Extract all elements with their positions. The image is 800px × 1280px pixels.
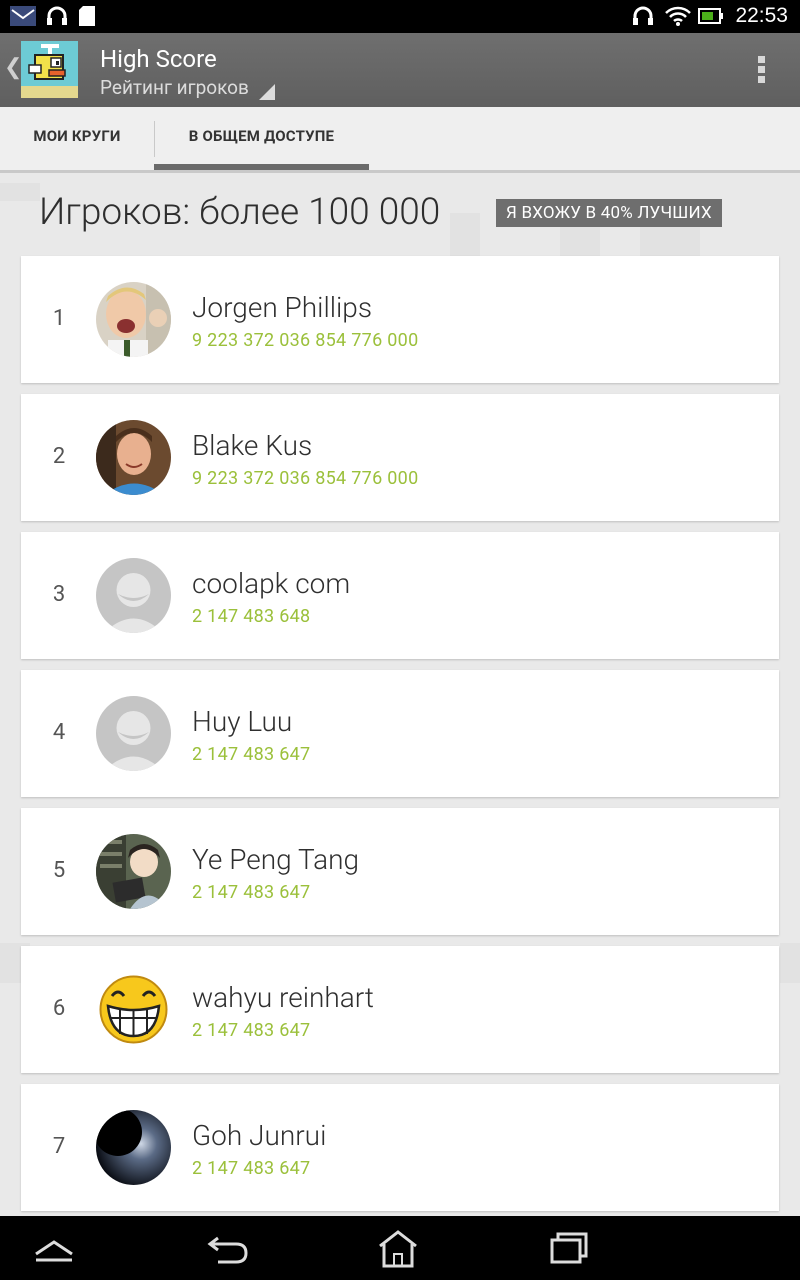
player-name: Huy Luu — [192, 705, 293, 738]
default-avatar-icon[interactable] — [96, 558, 171, 633]
player-name: coolapk com — [192, 567, 351, 600]
back-chevron-icon[interactable]: ❮ — [4, 55, 22, 80]
player-score: 2 147 483 647 — [192, 882, 311, 903]
recent-apps-icon[interactable] — [528, 1226, 608, 1270]
wifi-icon — [665, 6, 691, 26]
rank-number: 3 — [52, 582, 66, 607]
players-count: Игроков: более 100 000 — [39, 191, 441, 234]
leaderboard-row[interactable]: 7 Goh Junrui 2 147 483 647 — [21, 1084, 779, 1211]
rank-number: 5 — [52, 858, 66, 883]
leaderboard-row[interactable]: 3 coolapk com 2 147 483 648 — [21, 532, 779, 659]
dropdown-triangle-icon[interactable] — [259, 84, 275, 100]
default-avatar-icon[interactable] — [96, 696, 171, 771]
overflow-menu-icon[interactable] — [758, 56, 766, 86]
eclipse-avatar[interactable] — [96, 1110, 171, 1185]
rank-number: 6 — [52, 996, 66, 1021]
rank-percent-badge: Я ВХОЖУ В 40% ЛУЧШИХ — [496, 199, 722, 227]
clock: 22:53 — [735, 4, 788, 27]
rank-number: 7 — [52, 1134, 66, 1159]
smiley-avatar[interactable] — [96, 972, 171, 1047]
player-name: Blake Kus — [192, 429, 313, 462]
home-icon[interactable] — [358, 1226, 438, 1270]
player-name: wahyu reinhart — [192, 981, 374, 1014]
tab-bar: МОИ КРУГИ В ОБЩЕМ ДОСТУПЕ — [0, 107, 800, 173]
player-score: 9 223 372 036 854 776 000 — [192, 330, 419, 351]
up-chevron-icon[interactable] — [14, 1226, 94, 1270]
player-name: Goh Junrui — [192, 1119, 327, 1152]
headphones-icon — [47, 6, 67, 25]
rank-number: 1 — [52, 306, 66, 331]
tab-my-circles[interactable]: МОИ КРУГИ — [0, 107, 154, 170]
player-avatar[interactable] — [96, 834, 171, 909]
player-score: 2 147 483 648 — [192, 606, 311, 627]
player-name: Jorgen Phillips — [192, 291, 373, 324]
player-avatar[interactable] — [96, 420, 171, 495]
leaderboard-row[interactable]: 2 Blake Kus 9 223 372 036 854 776 000 — [21, 394, 779, 521]
player-avatar[interactable] — [96, 282, 171, 357]
player-score: 2 147 483 647 — [192, 1158, 311, 1179]
app-title: High Score — [100, 45, 217, 73]
leaderboard-row[interactable]: 6 wahyu reinhart 2 147 483 647 — [21, 946, 779, 1073]
status-bar: 22:53 — [0, 0, 800, 33]
back-icon[interactable] — [188, 1226, 268, 1270]
battery-icon — [698, 8, 723, 24]
tab-public[interactable]: В ОБЩЕМ ДОСТУПЕ — [154, 107, 369, 170]
player-score: 9 223 372 036 854 776 000 — [192, 468, 419, 489]
leaderboard-list: 1 Jorgen Phillips 9 223 372 036 854 776 … — [21, 256, 779, 1222]
player-name: Ye Peng Tang — [192, 843, 360, 876]
rank-number: 4 — [52, 720, 66, 745]
action-bar: ❮ High Score Рейтинг игроков — [0, 33, 800, 107]
sd-card-icon — [79, 6, 95, 26]
leaderboard-row[interactable]: 5 Ye Peng Tang 2 147 483 647 — [21, 808, 779, 935]
rank-number: 2 — [52, 444, 66, 469]
section-selector[interactable]: Рейтинг игроков — [100, 76, 249, 99]
player-score: 2 147 483 647 — [192, 1020, 311, 1041]
app-logo-icon[interactable] — [21, 41, 78, 98]
headphones-icon — [633, 6, 653, 25]
player-score: 2 147 483 647 — [192, 744, 311, 765]
leaderboard-row[interactable]: 4 Huy Luu 2 147 483 647 — [21, 670, 779, 797]
system-nav-bar — [0, 1216, 800, 1280]
leaderboard-row[interactable]: 1 Jorgen Phillips 9 223 372 036 854 776 … — [21, 256, 779, 383]
mail-icon — [10, 6, 36, 26]
